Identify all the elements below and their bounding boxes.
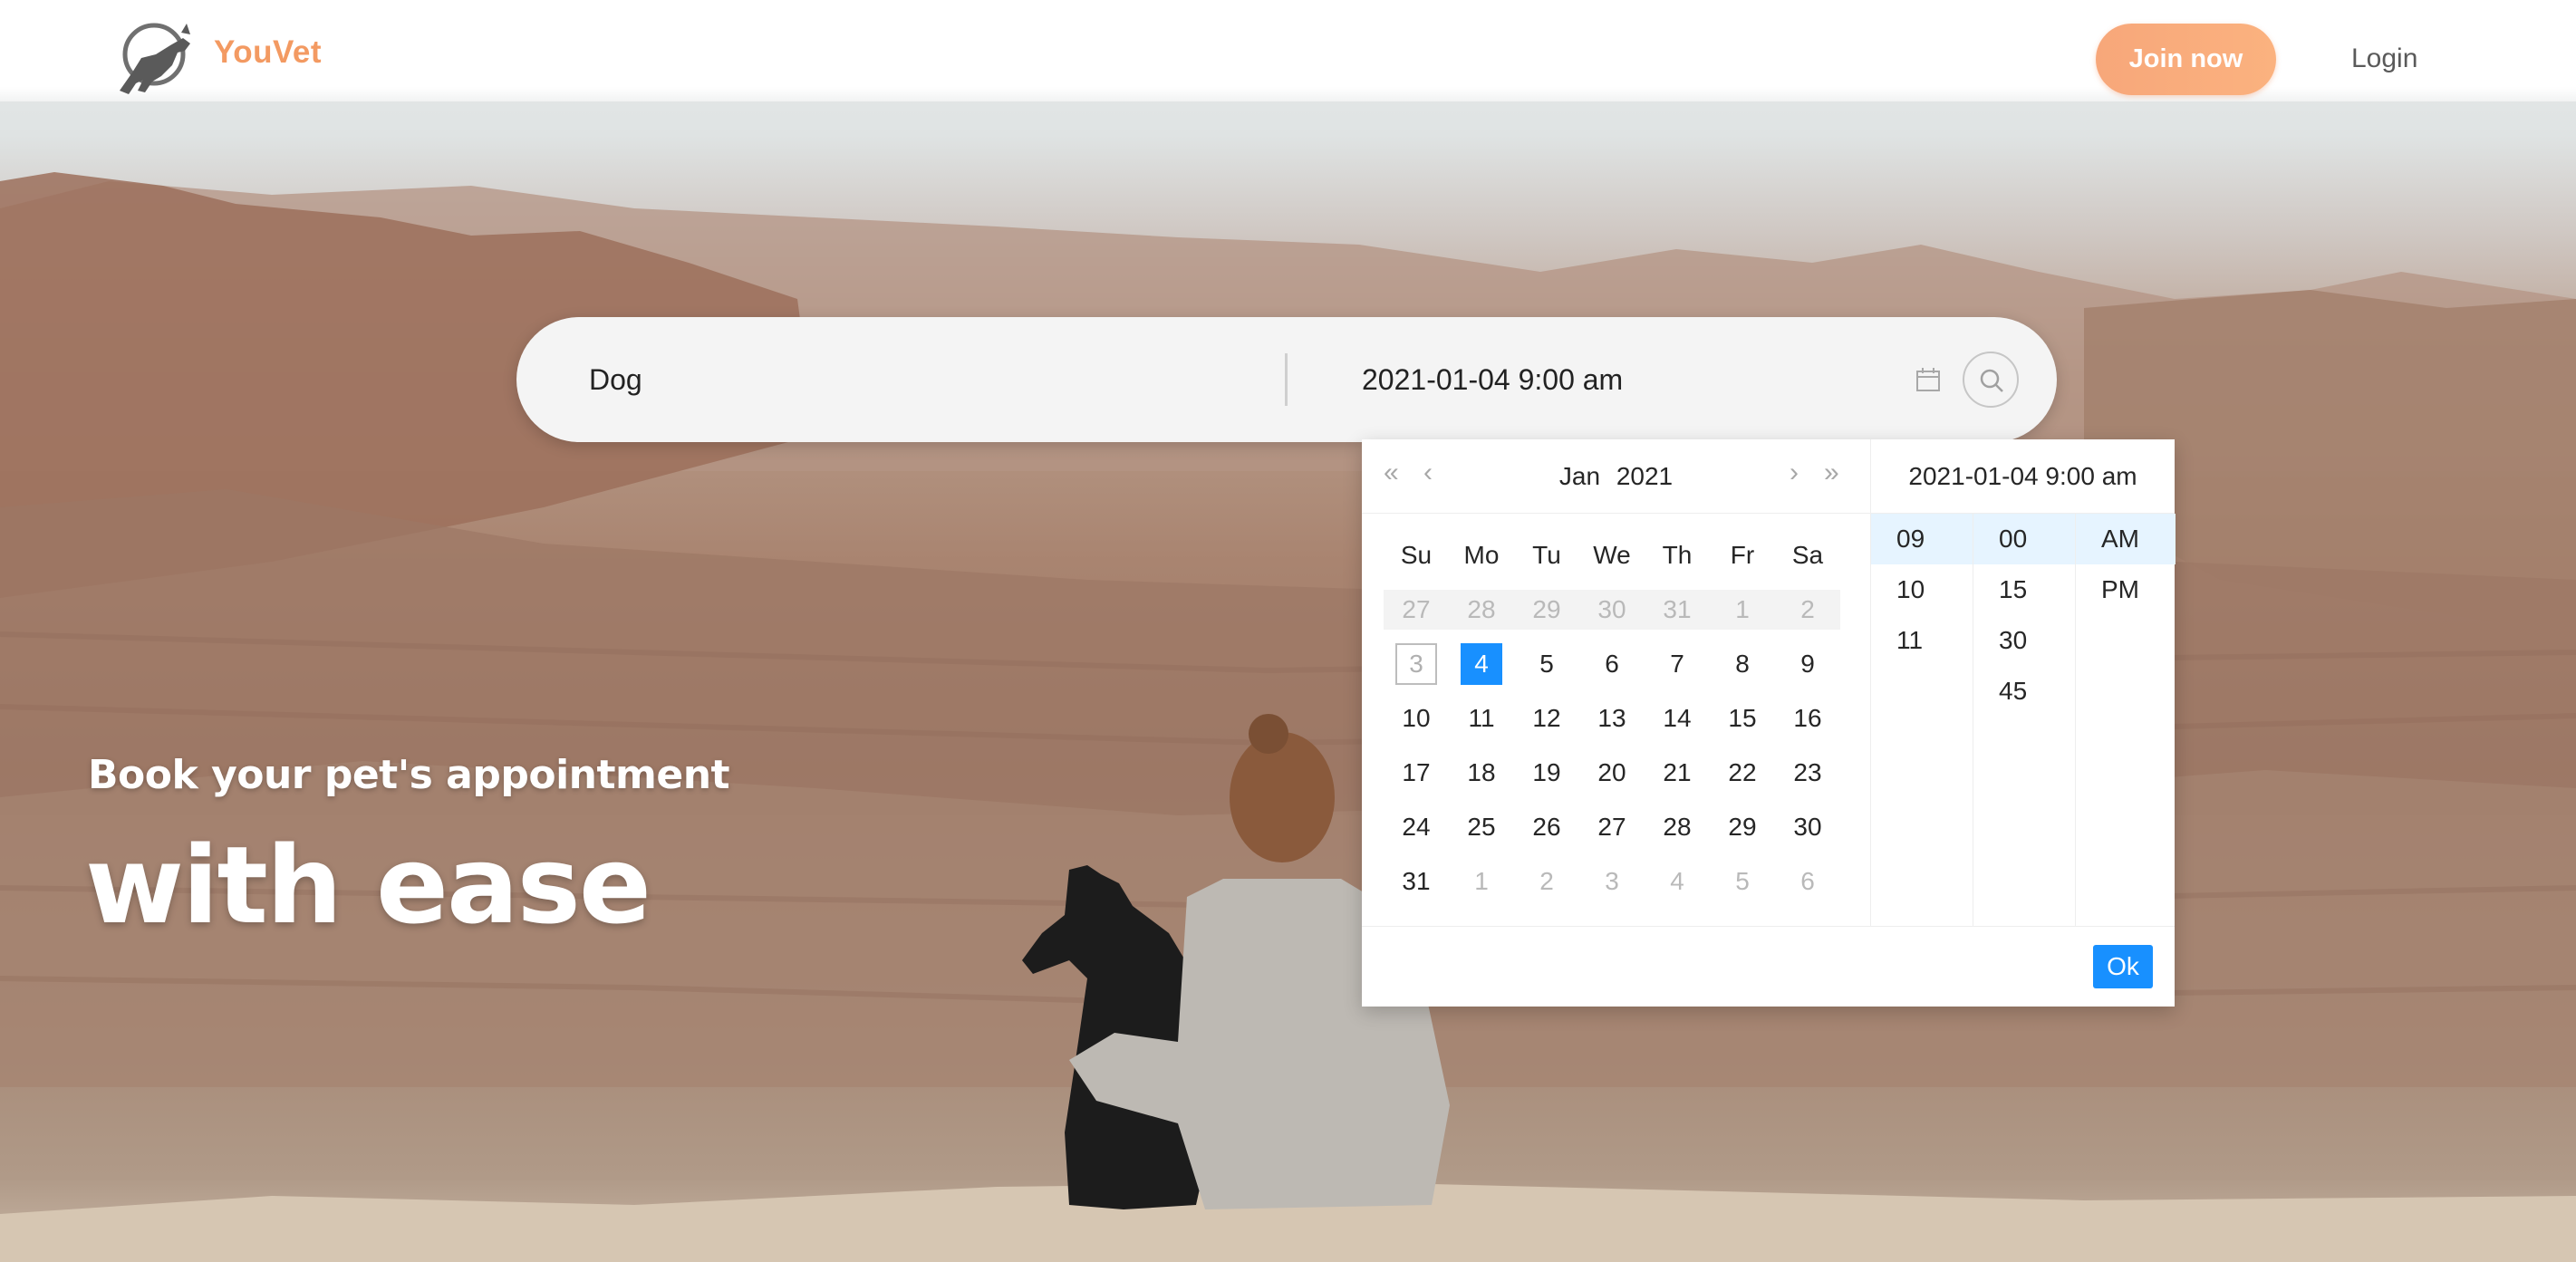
calendar-day-other-month[interactable]: 3: [1579, 854, 1645, 909]
minute-option[interactable]: 30: [1973, 615, 2075, 666]
calendar-day[interactable]: 15: [1710, 691, 1775, 746]
minute-option[interactable]: 00: [1973, 514, 2075, 564]
calendar-week-row: 27 28 29 30 31 1 2: [1384, 590, 1840, 630]
calendar-day-selected[interactable]: 4: [1449, 637, 1514, 691]
selected-day-marker: 4: [1461, 643, 1502, 685]
calendar-day-other-month[interactable]: 2: [1775, 590, 1840, 630]
time-selector: 09 10 11 00 15 30 45 AM PM: [1870, 514, 2176, 926]
calendar-day[interactable]: 5: [1514, 637, 1579, 691]
search-button[interactable]: [1963, 352, 2019, 408]
calendar-day[interactable]: 17: [1384, 746, 1449, 800]
join-now-button[interactable]: Join now: [2096, 24, 2276, 95]
calendar-day-other-month[interactable]: 2: [1514, 854, 1579, 909]
minute-option[interactable]: 15: [1973, 564, 2075, 615]
hour-option[interactable]: 09: [1871, 514, 1973, 564]
hour-option[interactable]: 11: [1871, 615, 1973, 666]
calendar-day[interactable]: 8: [1710, 637, 1775, 691]
pet-type-input[interactable]: [589, 353, 1223, 406]
calendar-day[interactable]: 18: [1449, 746, 1514, 800]
login-link[interactable]: Login: [2351, 43, 2417, 74]
double-chevron-right-icon[interactable]: »: [1824, 459, 1839, 486]
calendar-week-row: 24 25 26 27 28 29 30: [1384, 800, 1840, 854]
calendar-day[interactable]: 16: [1775, 691, 1840, 746]
year-label[interactable]: 2021: [1616, 462, 1673, 490]
ampm-option[interactable]: PM: [2076, 564, 2176, 615]
search-divider: [1285, 353, 1288, 406]
calendar-day[interactable]: 19: [1514, 746, 1579, 800]
calendar-icon[interactable]: [1915, 366, 1942, 393]
weekday-label: Fr: [1730, 541, 1755, 569]
calendar-grid: Su Mo Tu We Th Fr Sa 27 28 29 30 31 1 2 …: [1384, 528, 1840, 909]
appointment-search-bar: [516, 317, 2057, 442]
today-marker: 3: [1395, 643, 1437, 685]
calendar-week-row: 3 4 5 6 7 8 9: [1384, 637, 1840, 691]
calendar-day-other-month[interactable]: 27: [1384, 590, 1449, 630]
calendar-day[interactable]: 24: [1384, 800, 1449, 854]
calendar-day-other-month[interactable]: 31: [1645, 590, 1710, 630]
datetime-input[interactable]: [1362, 353, 1869, 406]
calendar-day[interactable]: 25: [1449, 800, 1514, 854]
ok-button[interactable]: Ok: [2093, 945, 2153, 988]
hero-subtitle: Book your pet's appointment: [88, 752, 730, 798]
calendar-day[interactable]: 22: [1710, 746, 1775, 800]
calendar-day[interactable]: 31: [1384, 854, 1449, 909]
datetime-picker-popup: « ‹ Jan 2021 › » 2021-01-04 9:00 am Su M…: [1362, 439, 2176, 1007]
ampm-column[interactable]: AM PM: [2076, 514, 2176, 926]
calendar-day[interactable]: 9: [1775, 637, 1840, 691]
calendar-day-other-month[interactable]: 1: [1710, 590, 1775, 630]
calendar-week-row: 17 18 19 20 21 22 23: [1384, 746, 1840, 800]
ampm-option[interactable]: AM: [2076, 514, 2176, 564]
calendar-day-other-month[interactable]: 6: [1775, 854, 1840, 909]
calendar-day[interactable]: 26: [1514, 800, 1579, 854]
calendar-day[interactable]: 27: [1579, 800, 1645, 854]
minute-column[interactable]: 00 15 30 45: [1973, 514, 2076, 926]
picker-footer: Ok: [1362, 926, 2175, 1007]
weekday-header-row: Su Mo Tu We Th Fr Sa: [1384, 528, 1840, 583]
calendar-day[interactable]: 28: [1645, 800, 1710, 854]
calendar-day-other-month[interactable]: 4: [1645, 854, 1710, 909]
calendar-day[interactable]: 6: [1579, 637, 1645, 691]
weekday-label: Mo: [1463, 541, 1500, 569]
dog-logo-icon[interactable]: [101, 18, 203, 96]
calendar-day-other-month[interactable]: 30: [1579, 590, 1645, 630]
calendar-day-other-month[interactable]: 5: [1710, 854, 1775, 909]
calendar-day[interactable]: 14: [1645, 691, 1710, 746]
minute-option[interactable]: 45: [1973, 666, 2075, 717]
calendar-week-row: 31 1 2 3 4 5 6: [1384, 854, 1840, 909]
calendar-day[interactable]: 29: [1710, 800, 1775, 854]
calendar-day[interactable]: 13: [1579, 691, 1645, 746]
calendar-day[interactable]: 10: [1384, 691, 1449, 746]
calendar-day[interactable]: 20: [1579, 746, 1645, 800]
weekday-label: Sa: [1791, 541, 1824, 569]
weekday-label: We: [1593, 541, 1631, 569]
calendar-day-today[interactable]: 3: [1384, 637, 1449, 691]
calendar-day[interactable]: 30: [1775, 800, 1840, 854]
brand-name[interactable]: YouVet: [214, 34, 322, 71]
calendar-day[interactable]: 21: [1645, 746, 1710, 800]
hour-column[interactable]: 09 10 11: [1871, 514, 1973, 926]
calendar-day[interactable]: 12: [1514, 691, 1579, 746]
calendar-day[interactable]: 11: [1449, 691, 1514, 746]
chevron-right-icon[interactable]: ›: [1790, 459, 1799, 486]
weekday-label: Th: [1662, 541, 1693, 569]
month-label[interactable]: Jan: [1559, 462, 1600, 490]
weekday-label: Su: [1400, 541, 1433, 569]
hero-title: with ease: [85, 823, 651, 948]
calendar-header: « ‹ Jan 2021 › »: [1362, 439, 1870, 514]
hour-option[interactable]: 10: [1871, 564, 1973, 615]
top-navbar: YouVet Join now Login: [0, 0, 2576, 101]
weekday-label: Tu: [1532, 541, 1561, 569]
search-icon: [1980, 369, 2003, 392]
hero-background-image: [0, 0, 2576, 1262]
calendar-day-other-month[interactable]: 29: [1514, 590, 1579, 630]
calendar-week-row: 10 11 12 13 14 15 16: [1384, 691, 1840, 746]
selected-datetime-header: 2021-01-04 9:00 am: [1870, 439, 2175, 514]
calendar-day[interactable]: 7: [1645, 637, 1710, 691]
calendar-day-other-month[interactable]: 28: [1449, 590, 1514, 630]
calendar-day[interactable]: 23: [1775, 746, 1840, 800]
calendar-day-other-month[interactable]: 1: [1449, 854, 1514, 909]
